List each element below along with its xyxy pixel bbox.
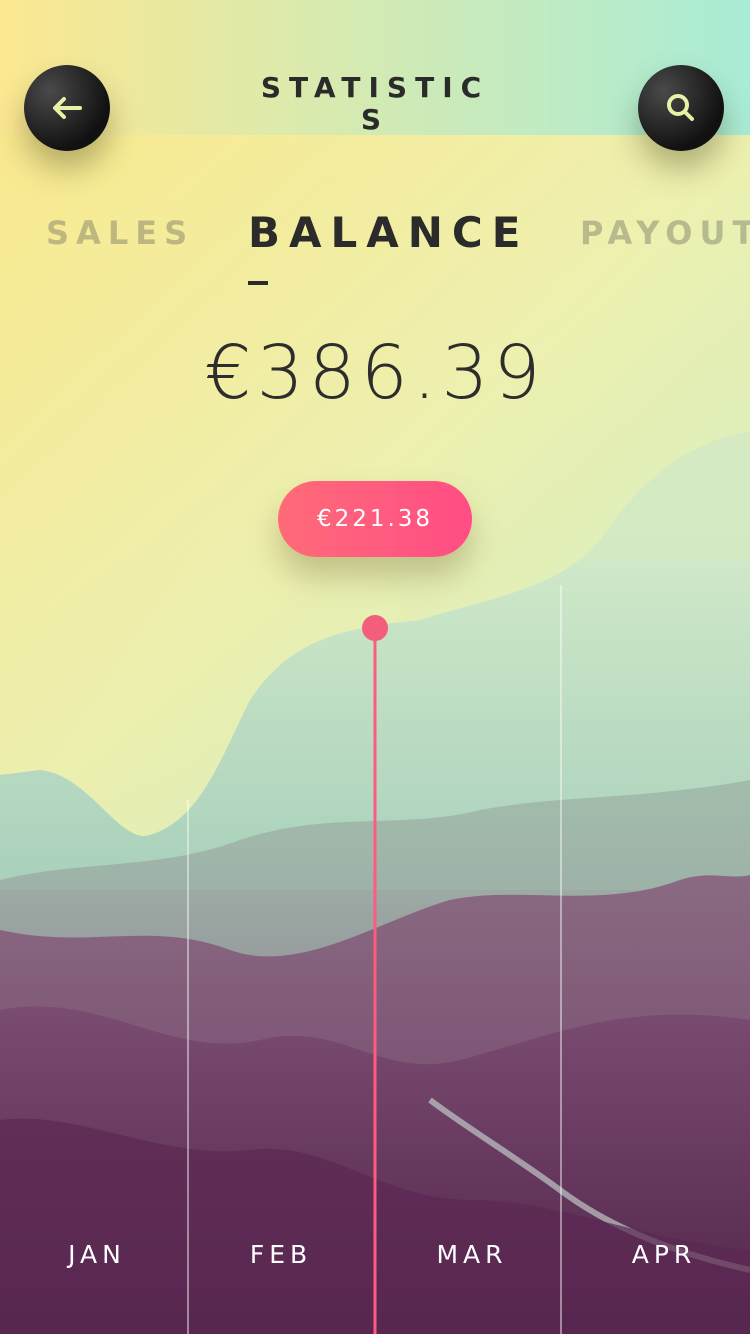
tab-balance[interactable]: BALANCE <box>248 208 529 257</box>
arrow-left-icon <box>53 97 82 119</box>
search-icon <box>667 94 694 121</box>
tab-payout[interactable]: PAYOUT <box>580 214 750 252</box>
month-label-mar[interactable]: MAR <box>402 1240 542 1269</box>
month-axis: JAN FEB MAR APR <box>0 1240 750 1280</box>
tooltip-value: €221.38 <box>316 506 434 532</box>
selection-point[interactable] <box>362 615 388 641</box>
balance-amount: €386.39 <box>204 330 546 416</box>
active-tab-indicator <box>248 281 268 285</box>
selected-value-tooltip: €221.38 <box>278 481 472 557</box>
balance-area-chart <box>0 0 750 1334</box>
month-label-feb[interactable]: FEB <box>211 1240 351 1269</box>
search-button[interactable] <box>638 65 724 151</box>
back-button[interactable] <box>24 65 110 151</box>
tab-sales[interactable]: SALES <box>46 214 194 252</box>
month-label-jan[interactable]: JAN <box>27 1240 167 1269</box>
month-label-apr[interactable]: APR <box>594 1240 734 1269</box>
page-title: STATISTICS <box>260 71 490 136</box>
